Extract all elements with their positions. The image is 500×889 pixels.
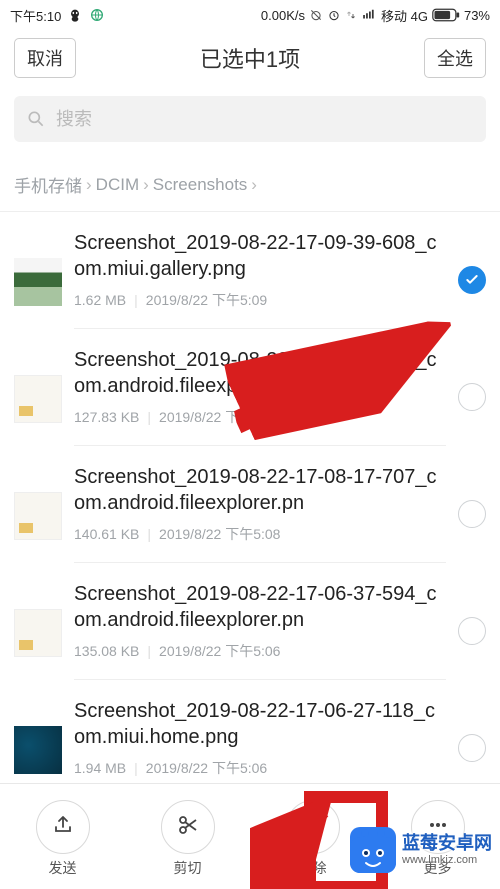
- browser-icon: [89, 7, 105, 23]
- delete-label: 删除: [299, 858, 327, 878]
- file-item[interactable]: Screenshot_2019-08-22-17-06-37-594_com.a…: [0, 563, 500, 680]
- search-icon: [26, 109, 46, 129]
- file-item[interactable]: Screenshot_2019-08-22-17-06-27-118_com.m…: [0, 680, 500, 797]
- send-button[interactable]: 发送: [23, 800, 103, 878]
- cut-label: 剪切: [174, 858, 202, 878]
- file-checkbox[interactable]: [458, 617, 486, 645]
- file-item[interactable]: Screenshot_2019-08-22-17-08-22-421_com.a…: [0, 329, 500, 446]
- file-name: Screenshot_2019-08-22-17-08-22-421_com.a…: [74, 347, 446, 399]
- file-thumbnail: [14, 492, 62, 540]
- file-thumbnail: [14, 609, 62, 657]
- send-label: 发送: [49, 858, 77, 878]
- breadcrumb-seg-screenshots[interactable]: Screenshots: [153, 175, 248, 195]
- status-carrier: 移动 4G: [381, 6, 428, 25]
- selection-toolbar: 取消 已选中1项 全选: [0, 30, 500, 90]
- file-item[interactable]: Screenshot_2019-08-22-17-08-17-707_com.a…: [0, 446, 500, 563]
- signal-icon: [361, 8, 377, 22]
- file-thumbnail: [14, 726, 62, 774]
- selection-count-title: 已选中1项: [76, 42, 424, 74]
- file-name: Screenshot_2019-08-22-17-06-27-118_com.m…: [74, 698, 446, 750]
- battery-icon: [432, 8, 460, 22]
- share-icon: [51, 813, 75, 840]
- more-button[interactable]: 更多: [398, 800, 478, 878]
- action-toolbar: 发送 剪切 删除 更多: [0, 783, 500, 889]
- file-meta: 127.83 KB|2019/8/22 下午5:08: [74, 407, 446, 427]
- file-name: Screenshot_2019-08-22-17-08-17-707_com.a…: [74, 464, 446, 516]
- delete-button[interactable]: 删除: [273, 800, 353, 878]
- trash-icon: [301, 813, 325, 840]
- file-checkbox[interactable]: [458, 734, 486, 762]
- cancel-button[interactable]: 取消: [14, 38, 76, 78]
- status-bar: 下午5:10 0.00K/s 移动 4G 73%: [0, 0, 500, 30]
- file-meta: 1.62 MB|2019/8/22 下午5:09: [74, 290, 446, 310]
- cut-button[interactable]: 剪切: [148, 800, 228, 878]
- chevron-right-icon: ›: [143, 175, 149, 195]
- qq-icon: [67, 7, 83, 23]
- file-meta: 140.61 KB|2019/8/22 下午5:08: [74, 524, 446, 544]
- alarm-off-icon: [309, 8, 323, 22]
- file-checkbox[interactable]: [458, 500, 486, 528]
- breadcrumb-seg-storage[interactable]: 手机存储: [14, 172, 82, 197]
- alarm-icon: [327, 8, 341, 22]
- status-battery-pct: 73%: [464, 8, 490, 23]
- file-meta: 135.08 KB|2019/8/22 下午5:06: [74, 641, 446, 661]
- breadcrumb: 手机存储 › DCIM › Screenshots ›: [0, 148, 500, 212]
- search-bar[interactable]: [14, 96, 486, 142]
- breadcrumb-seg-dcim[interactable]: DCIM: [96, 175, 139, 195]
- file-list[interactable]: Screenshot_2019-08-22-17-09-39-608_com.m…: [0, 212, 500, 797]
- status-speed: 0.00K/s: [261, 8, 305, 23]
- more-icon: [426, 813, 450, 840]
- select-all-button[interactable]: 全选: [424, 38, 486, 78]
- status-time: 下午5:10: [10, 6, 61, 25]
- scissors-icon: [176, 813, 200, 840]
- file-item[interactable]: Screenshot_2019-08-22-17-09-39-608_com.m…: [0, 212, 500, 329]
- file-thumbnail: [14, 258, 62, 306]
- file-name: Screenshot_2019-08-22-17-09-39-608_com.m…: [74, 230, 446, 282]
- file-checkbox[interactable]: [458, 383, 486, 411]
- search-input[interactable]: [56, 109, 474, 130]
- file-meta: 1.94 MB|2019/8/22 下午5:06: [74, 758, 446, 778]
- more-label: 更多: [424, 858, 452, 878]
- chevron-right-icon: ›: [251, 175, 257, 195]
- chevron-right-icon: ›: [86, 175, 92, 195]
- data-icon: [345, 9, 357, 21]
- file-checkbox[interactable]: [458, 266, 486, 294]
- file-thumbnail: [14, 375, 62, 423]
- file-name: Screenshot_2019-08-22-17-06-37-594_com.a…: [74, 581, 446, 633]
